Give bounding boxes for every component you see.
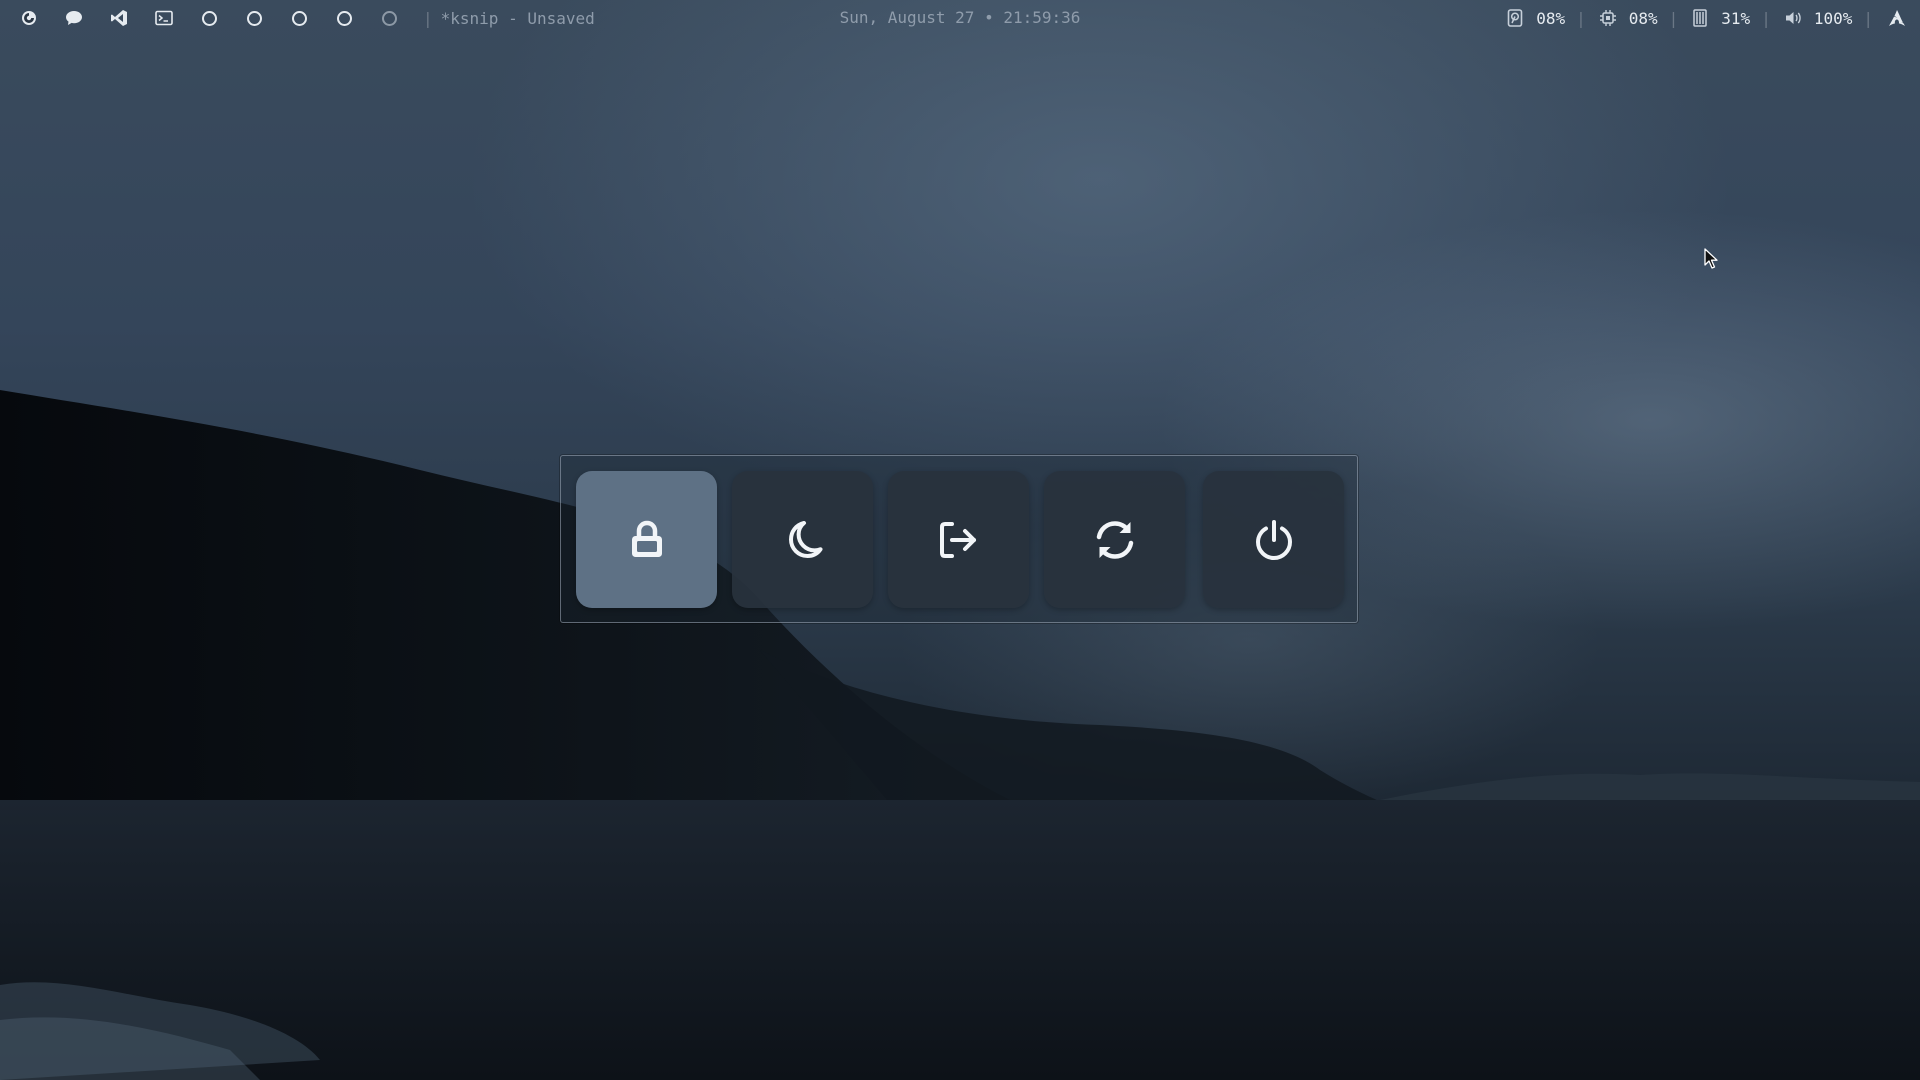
stat-separator: | [1761, 8, 1771, 28]
cpu-usage: 08% [1628, 8, 1658, 28]
arch-logo-icon[interactable] [1888, 9, 1906, 27]
volume-level: 100% [1813, 8, 1853, 28]
workspace-5[interactable] [374, 0, 404, 36]
volume-stat[interactable]: 100% [1782, 7, 1853, 29]
power-icon [1255, 519, 1292, 560]
shutdown-button[interactable] [1203, 471, 1344, 608]
arch-swirl-icon[interactable] [14, 0, 44, 36]
top-bar-right: 08% | 08% | 31% | 100% | [1504, 0, 1906, 36]
power-menu [560, 455, 1358, 623]
lock-icon [631, 520, 662, 557]
memory-icon [1689, 7, 1711, 29]
moon-icon [788, 520, 822, 558]
stat-separator: | [1576, 8, 1586, 28]
volume-icon [1782, 7, 1804, 29]
suspend-button[interactable] [732, 471, 873, 608]
memory-usage: 31% [1721, 8, 1751, 28]
workspace-4[interactable] [329, 0, 359, 36]
stat-separator: | [1863, 8, 1873, 28]
logout-icon [939, 521, 976, 558]
cpu-stat[interactable]: 08% [1597, 7, 1658, 29]
terminal-icon[interactable] [149, 0, 179, 36]
desktop: | *ksnip - Unsaved Sun, August 27 • 21:5… [0, 0, 1920, 1080]
logout-button[interactable] [888, 471, 1029, 608]
top-bar-left: | *ksnip - Unsaved [14, 0, 595, 36]
reboot-button[interactable] [1044, 471, 1185, 608]
title-separator: | [423, 8, 433, 28]
window-title: *ksnip - Unsaved [440, 8, 595, 28]
mouse-cursor-icon [1704, 248, 1718, 269]
vscode-icon[interactable] [104, 0, 134, 36]
chat-icon[interactable] [59, 0, 89, 36]
disk-stat[interactable]: 08% [1504, 7, 1565, 29]
disk-icon [1504, 7, 1526, 29]
clock[interactable]: Sun, August 27 • 21:59:36 [840, 8, 1081, 27]
disk-usage: 08% [1536, 8, 1566, 28]
top-bar: | *ksnip - Unsaved Sun, August 27 • 21:5… [0, 0, 1920, 36]
lock-button[interactable] [576, 471, 717, 608]
workspace-2[interactable] [239, 0, 269, 36]
workspace-3[interactable] [284, 0, 314, 36]
cpu-icon [1597, 7, 1619, 29]
memory-stat[interactable]: 31% [1689, 7, 1750, 29]
stat-separator: | [1668, 8, 1679, 28]
refresh-icon [1096, 520, 1133, 559]
workspace-1[interactable] [194, 0, 224, 36]
